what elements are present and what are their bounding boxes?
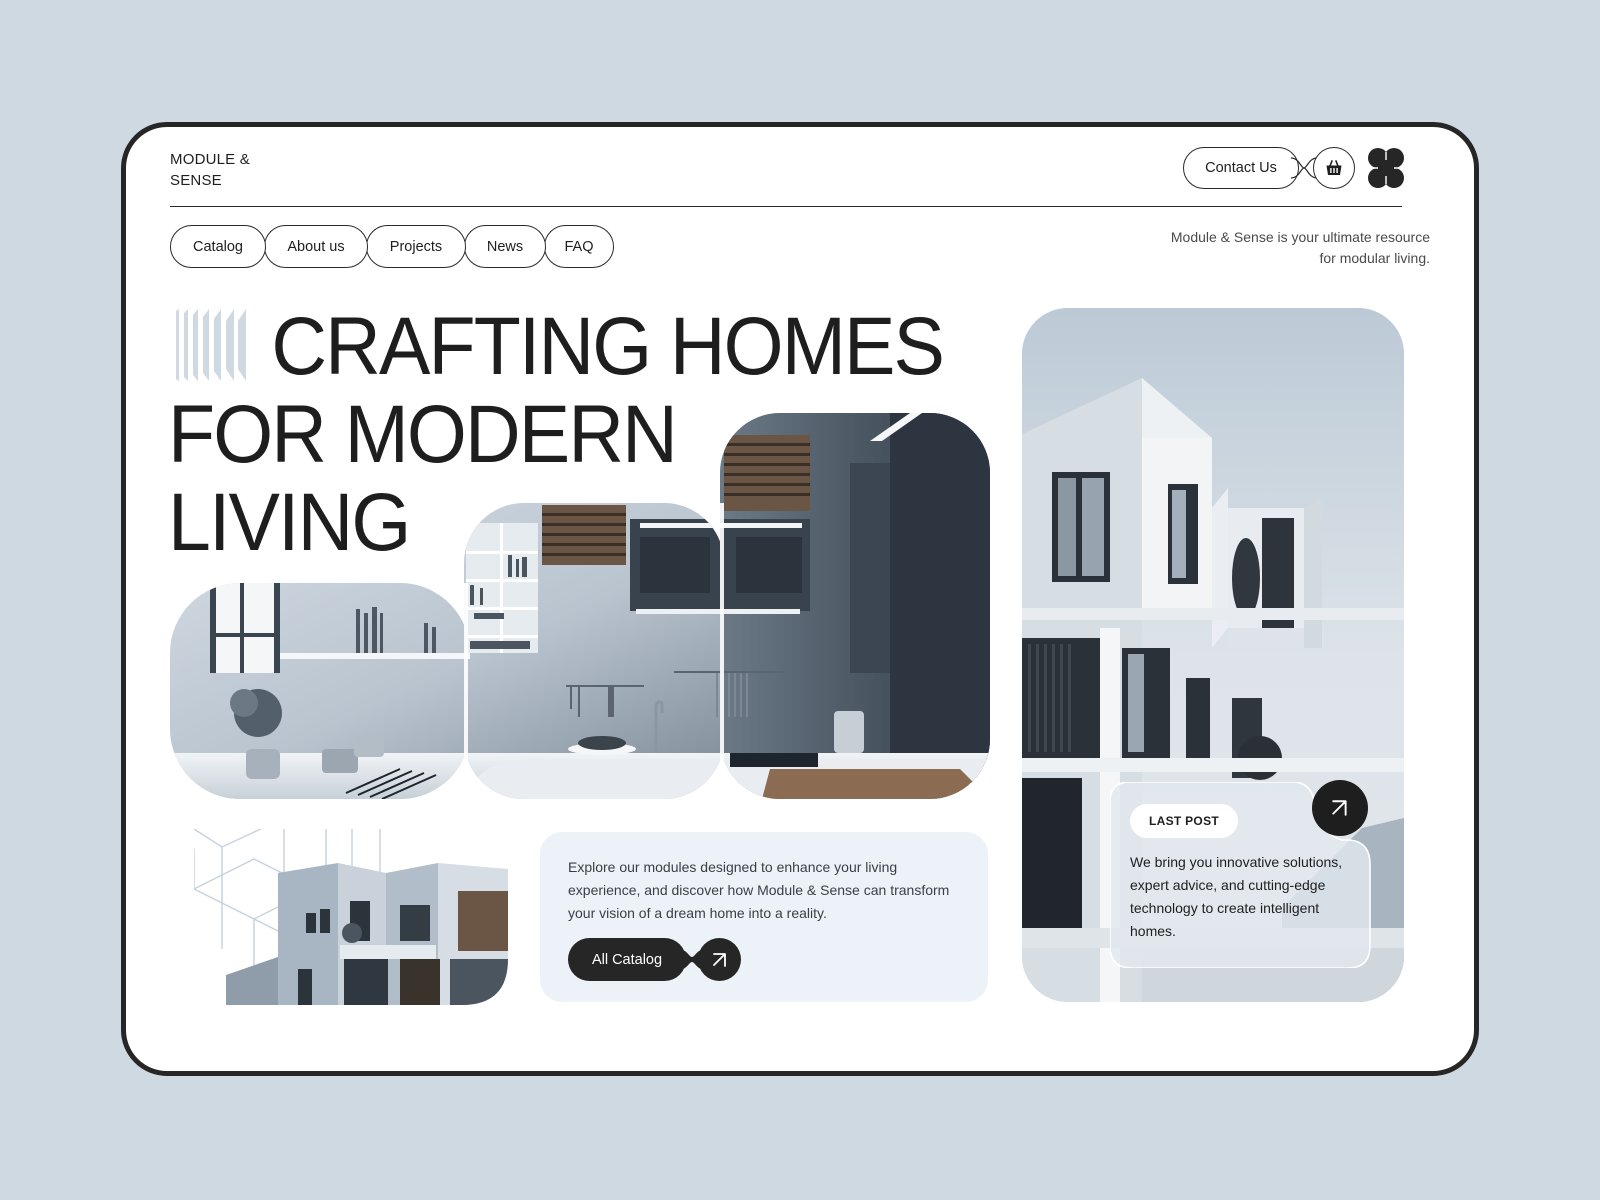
basket-icon — [1326, 160, 1342, 175]
basket-button[interactable] — [1313, 147, 1355, 189]
contact-group: Contact Us — [1183, 147, 1359, 191]
tall-building-card: LAST POST We bring you innovative soluti… — [1022, 308, 1404, 1002]
contact-us-button[interactable]: Contact Us — [1183, 147, 1299, 189]
brand-line-2: SENSE — [170, 172, 222, 189]
header-divider — [170, 206, 1402, 207]
last-post-badge: LAST POST — [1130, 804, 1238, 838]
nav-item-catalog[interactable]: Catalog — [170, 225, 266, 268]
main-nav: Catalog About us Projects News FAQ — [170, 225, 630, 269]
arrow-up-right-icon — [1332, 800, 1347, 816]
all-catalog-arrow-button[interactable] — [698, 938, 741, 981]
nav-item-about-us[interactable]: About us — [264, 225, 368, 268]
info-card: Explore our modules designed to enhance … — [540, 832, 988, 1002]
flower-logo-icon[interactable] — [1365, 147, 1407, 189]
small-house-image — [194, 829, 508, 1005]
nav-item-faq[interactable]: FAQ — [544, 225, 614, 268]
last-post-arrow-button[interactable] — [1312, 780, 1368, 836]
last-post-text: We bring you innovative solutions, exper… — [1130, 854, 1343, 939]
all-catalog-button[interactable]: All Catalog — [568, 938, 686, 981]
nav-item-projects[interactable]: Projects — [366, 225, 466, 268]
tagline: Module & Sense is your ultimate resource… — [1170, 229, 1430, 266]
page-frame: MODULE & SENSE Contact Us Catalog About … — [121, 122, 1479, 1076]
hero-title-line-1: CRAFTING HOMES — [271, 301, 945, 392]
brand-logo-text[interactable]: MODULE & SENSE — [170, 149, 290, 191]
info-text: Explore our modules designed to enhance … — [568, 859, 950, 921]
all-catalog-group: All Catalog — [568, 938, 741, 982]
kitchen-image-collage — [170, 413, 990, 799]
brand-line-1: MODULE & — [170, 151, 250, 168]
nav-item-news[interactable]: News — [464, 225, 546, 268]
arrow-up-right-icon — [712, 952, 726, 967]
